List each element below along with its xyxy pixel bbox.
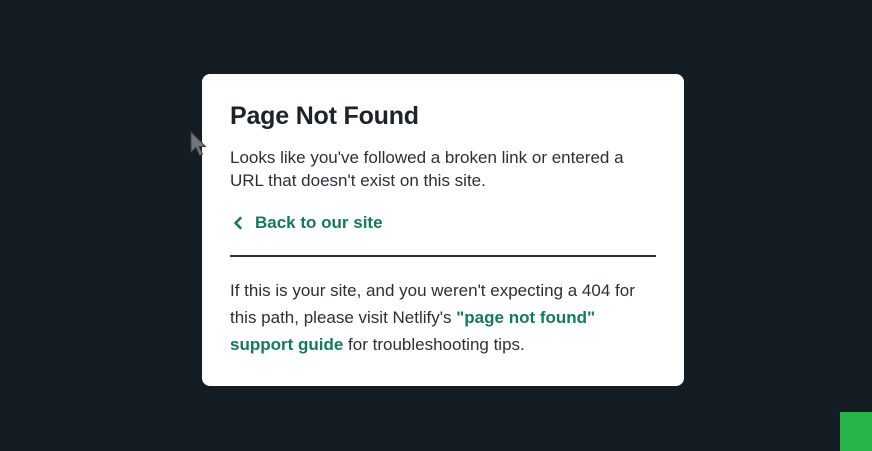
back-to-site-link[interactable]: Back to our site	[230, 211, 383, 235]
back-link-label: Back to our site	[255, 213, 383, 232]
not-found-card: Page Not Found Looks like you've followe…	[202, 74, 684, 386]
chevron-left-icon	[232, 216, 246, 230]
page-title: Page Not Found	[230, 102, 419, 130]
help-text-outro: for troubleshooting tips.	[343, 335, 525, 354]
corner-badge[interactable]	[840, 412, 872, 451]
section-divider	[230, 255, 656, 257]
page-background: Page Not Found Looks like you've followe…	[0, 0, 872, 451]
mouse-pointer-icon	[190, 130, 208, 157]
error-description: Looks like you've followed a broken link…	[230, 148, 624, 190]
help-text: If this is your site, and you weren't ex…	[230, 277, 656, 358]
